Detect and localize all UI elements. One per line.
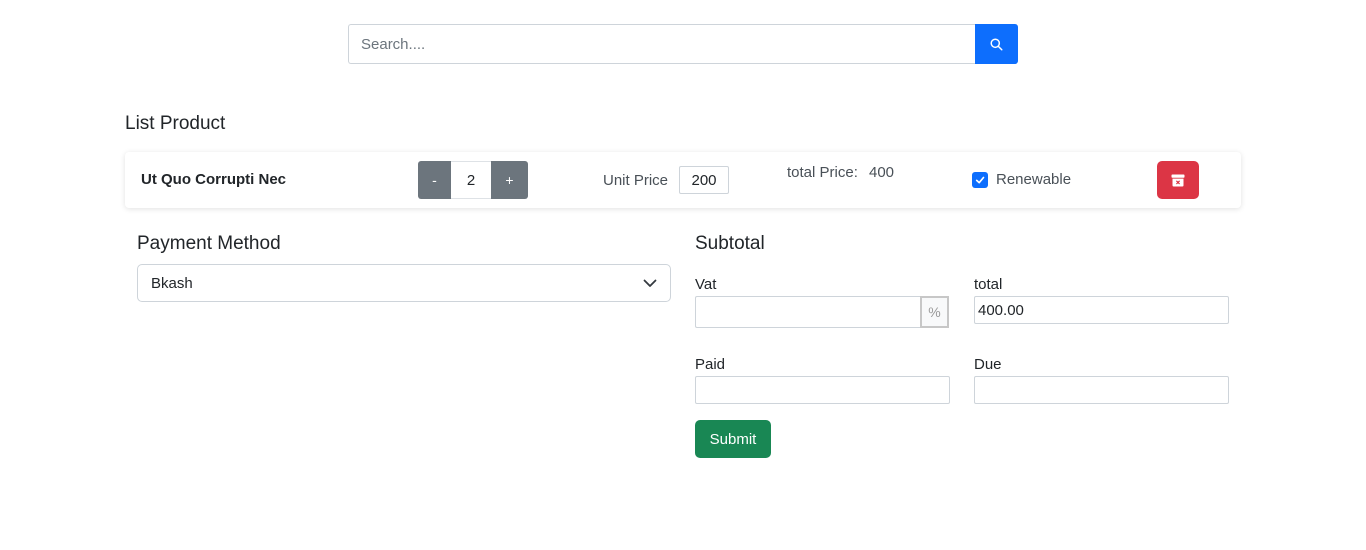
list-product-title: List Product [125,113,226,134]
delete-product-button[interactable] [1157,161,1199,199]
chevron-down-icon [643,279,657,287]
payment-method-title: Payment Method [137,233,281,254]
subtotal-title: Subtotal [695,233,765,254]
product-name: Ut Quo Corrupti Nec [141,171,286,188]
search-button[interactable] [975,24,1018,64]
due-field[interactable] [974,376,1229,404]
total-price-value: 400 [869,164,895,181]
due-label: Due [974,356,1002,373]
decrease-quantity-button[interactable]: - [418,161,451,199]
payment-method-select[interactable]: Bkash [137,264,671,302]
search-bar [348,24,1018,64]
quantity-stepper: - + [418,161,528,199]
quantity-input[interactable] [451,161,491,199]
renewable-checkbox[interactable] [972,172,988,188]
submit-button[interactable]: Submit [695,420,771,458]
search-input[interactable] [348,24,975,64]
unit-price-label: Unit Price [603,172,669,189]
search-icon [990,37,1003,51]
trash-icon [1171,174,1185,186]
product-row: Ut Quo Corrupti Nec - + Unit Price total… [125,152,1241,208]
increase-quantity-button[interactable]: + [491,161,528,199]
vat-label: Vat [695,276,717,293]
total-field[interactable] [974,296,1229,324]
vat-percent-addon: % [920,296,949,328]
vat-input[interactable] [695,296,920,328]
paid-field[interactable] [695,376,950,404]
checkmark-icon [975,176,985,184]
vat-input-group: % [695,296,949,328]
total-price-label: total Price: [787,164,858,181]
renewable-label: Renewable [996,171,1072,188]
paid-label: Paid [695,356,726,373]
payment-method-value: Bkash [151,274,193,292]
total-label: total [974,276,1003,293]
unit-price-input[interactable] [679,166,729,194]
